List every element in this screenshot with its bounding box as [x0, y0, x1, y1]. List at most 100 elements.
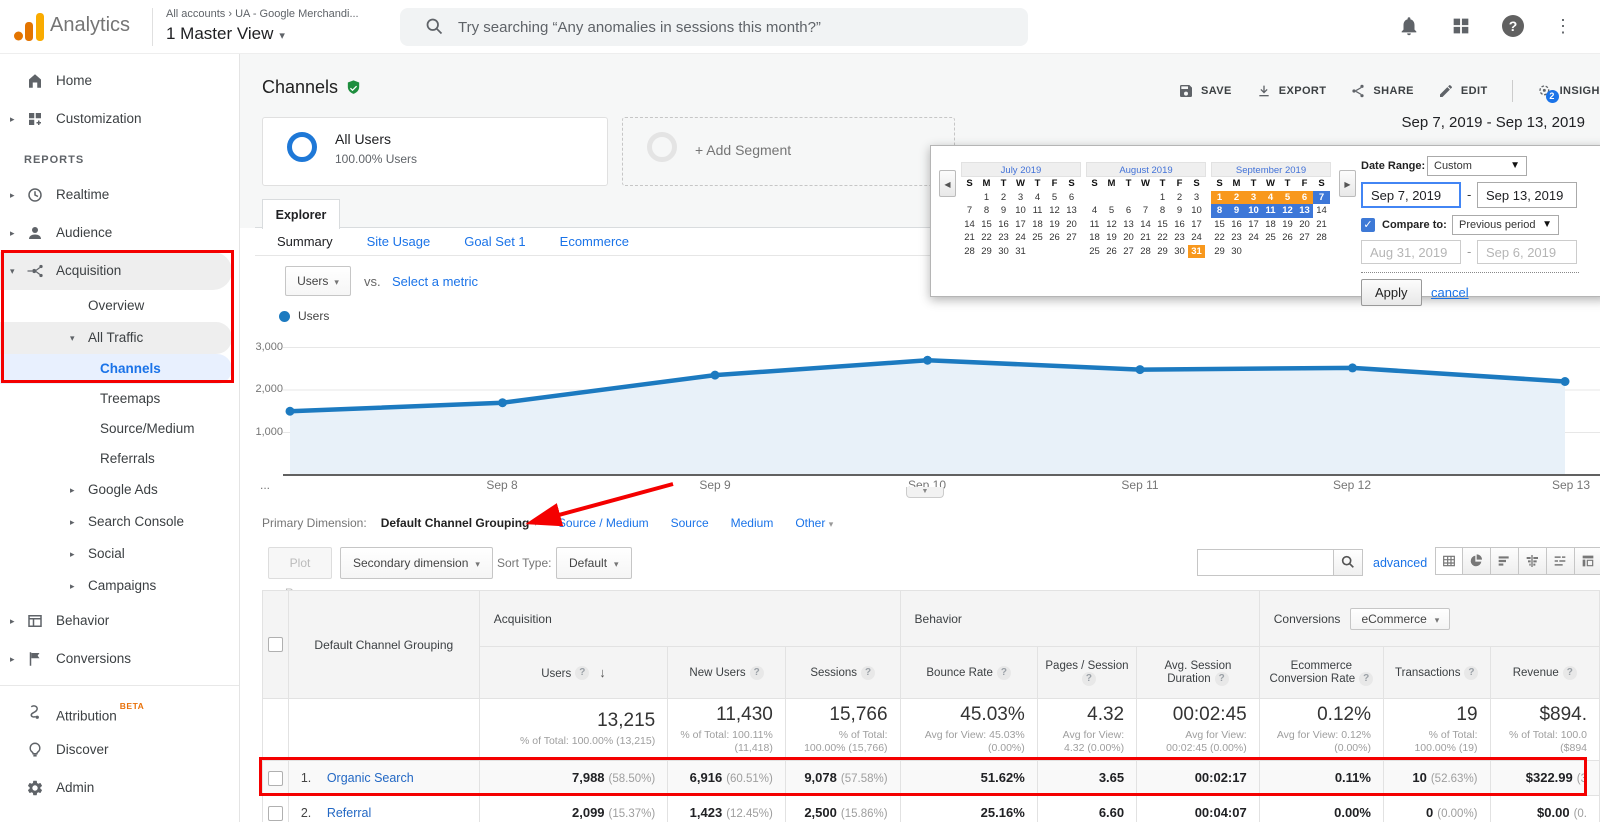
view-pivot-button[interactable]: [1575, 547, 1600, 575]
data-point-sep-10[interactable]: [923, 356, 932, 365]
help-icon[interactable]: ?: [1464, 666, 1478, 680]
chevron-down-icon[interactable]: ▾: [70, 322, 80, 354]
start-date-input[interactable]: [1361, 182, 1461, 208]
calendar-day[interactable]: 8: [1154, 204, 1171, 218]
calendar-day[interactable]: 26: [1279, 231, 1296, 245]
calendar-day[interactable]: 3: [1012, 191, 1029, 205]
sidebar-item-treemaps[interactable]: Treemaps: [0, 384, 239, 414]
calendar-day[interactable]: 19: [1046, 218, 1063, 232]
calendar-day[interactable]: 9: [995, 204, 1012, 218]
apply-button[interactable]: Apply: [1361, 279, 1422, 306]
calendar-day[interactable]: 18: [1029, 218, 1046, 232]
calendar-day[interactable]: 8: [1211, 204, 1228, 218]
calendar-day[interactable]: 28: [1313, 231, 1330, 245]
calendar-day[interactable]: 14: [961, 218, 978, 232]
share-button[interactable]: SHARE: [1350, 83, 1414, 99]
calendar-day[interactable]: 1: [978, 191, 995, 205]
calendar-day[interactable]: 10: [1012, 204, 1029, 218]
sidebar-item-audience[interactable]: ▸Audience: [0, 214, 239, 252]
calendar-day[interactable]: 15: [978, 218, 995, 232]
dimension-link-medium[interactable]: Medium: [731, 516, 774, 530]
calendar-day[interactable]: 25: [1086, 245, 1103, 259]
calendar-day[interactable]: 5: [1103, 204, 1120, 218]
sidebar-item-acquisition[interactable]: ▾Acquisition: [0, 252, 232, 290]
compare-start-input[interactable]: [1361, 240, 1461, 264]
cancel-link[interactable]: cancel: [1431, 285, 1469, 300]
subtab-goal-set-1[interactable]: Goal Set 1: [464, 234, 525, 249]
chevron-right-icon[interactable]: ▸: [70, 538, 80, 570]
calendar-day[interactable]: 15: [1154, 218, 1171, 232]
calendar-day[interactable]: 1: [1211, 191, 1228, 205]
subtab-site-usage[interactable]: Site Usage: [367, 234, 431, 249]
data-point-sep-8[interactable]: [498, 398, 507, 407]
help-icon[interactable]: ?: [750, 666, 764, 680]
column-header-sessions[interactable]: Sessions?: [785, 647, 900, 699]
sidebar-item-admin[interactable]: Admin: [0, 769, 239, 807]
breadcrumb-property[interactable]: UA - Google Merchandi...: [235, 8, 359, 20]
calendar-day[interactable]: 13: [1296, 204, 1313, 218]
column-header-bounce-rate[interactable]: Bounce Rate?: [900, 647, 1037, 699]
sort-type-dropdown[interactable]: Default▾: [556, 547, 632, 579]
dimension-link-source-medium[interactable]: Source / Medium: [558, 516, 649, 530]
calendar-day[interactable]: 6: [1063, 191, 1080, 205]
calendar-day[interactable]: 7: [1137, 204, 1154, 218]
chevron-right-icon[interactable]: ▸: [10, 640, 20, 678]
calendar-day[interactable]: 4: [1262, 191, 1279, 205]
data-point-sep-12[interactable]: [1348, 363, 1357, 372]
calendar-day[interactable]: 31: [1188, 245, 1205, 259]
column-header-users[interactable]: Users?↓: [479, 647, 667, 699]
calendar-day[interactable]: 4: [1086, 204, 1103, 218]
search-input[interactable]: [458, 8, 1008, 46]
calendar-day[interactable]: 24: [1245, 231, 1262, 245]
calendar-prev-button[interactable]: ◀: [939, 170, 956, 197]
chart-collapse-handle[interactable]: ▼: [906, 487, 944, 498]
calendar-day[interactable]: 29: [1154, 245, 1171, 259]
chevron-right-icon[interactable]: ▸: [70, 570, 80, 602]
calendar-day[interactable]: 29: [1211, 245, 1228, 259]
data-point-sep-11[interactable]: [1136, 365, 1145, 374]
data-point-sep-7[interactable]: [286, 407, 295, 416]
kebab-menu-icon[interactable]: ⋮: [1554, 16, 1572, 37]
calendar-day[interactable]: 21: [1137, 231, 1154, 245]
sidebar-item-referrals[interactable]: Referrals: [0, 444, 239, 474]
sidebar-item-home[interactable]: Home: [0, 62, 239, 100]
view-selector[interactable]: 1 Master View▾: [166, 24, 285, 44]
calendar-day[interactable]: 6: [1120, 204, 1137, 218]
sidebar-item-social[interactable]: ▸Social: [0, 538, 239, 570]
compare-end-input[interactable]: [1477, 240, 1577, 264]
calendar-day[interactable]: 3: [1245, 191, 1262, 205]
calendar-day[interactable]: 3: [1188, 191, 1205, 205]
calendar-day[interactable]: 17: [1012, 218, 1029, 232]
row-checkbox[interactable]: [268, 806, 283, 821]
calendar-day[interactable]: 16: [1171, 218, 1188, 232]
sidebar-item-overview[interactable]: Overview: [0, 290, 239, 322]
calendar-day[interactable]: 29: [978, 245, 995, 259]
calendar-day[interactable]: 7: [961, 204, 978, 218]
chevron-right-icon[interactable]: ▸: [10, 100, 20, 138]
calendar-day[interactable]: 11: [1086, 218, 1103, 232]
data-point-sep-9[interactable]: [711, 371, 720, 380]
select-all-checkbox[interactable]: [268, 637, 283, 652]
global-search[interactable]: [400, 8, 1028, 46]
column-header-new-users[interactable]: New Users?: [668, 647, 786, 699]
column-header-avg-session-duration[interactable]: Avg. Session Duration?: [1137, 647, 1260, 699]
calendar-day[interactable]: 28: [1137, 245, 1154, 259]
calendar-day[interactable]: 12: [1103, 218, 1120, 232]
calendar-day[interactable]: 17: [1188, 218, 1205, 232]
dimension-link-source[interactable]: Source: [671, 516, 709, 530]
save-button[interactable]: SAVE: [1178, 83, 1232, 99]
calendar-day[interactable]: 18: [1086, 231, 1103, 245]
calendar-day[interactable]: 21: [961, 231, 978, 245]
advanced-filter-link[interactable]: advanced: [1373, 556, 1427, 570]
edit-button[interactable]: EDIT: [1438, 83, 1488, 99]
chevron-right-icon[interactable]: ▸: [70, 474, 80, 506]
calendar-day[interactable]: 11: [1262, 204, 1279, 218]
chevron-down-icon[interactable]: ▾: [533, 518, 538, 529]
calendar-day[interactable]: 28: [961, 245, 978, 259]
help-icon[interactable]: ?: [1502, 15, 1524, 37]
calendar-day[interactable]: 10: [1188, 204, 1205, 218]
sidebar-item-customization[interactable]: ▸Customization: [0, 100, 239, 138]
calendar-day[interactable]: 23: [995, 231, 1012, 245]
chevron-right-icon[interactable]: ▸: [10, 176, 20, 214]
calendar-day[interactable]: 15: [1211, 218, 1228, 232]
